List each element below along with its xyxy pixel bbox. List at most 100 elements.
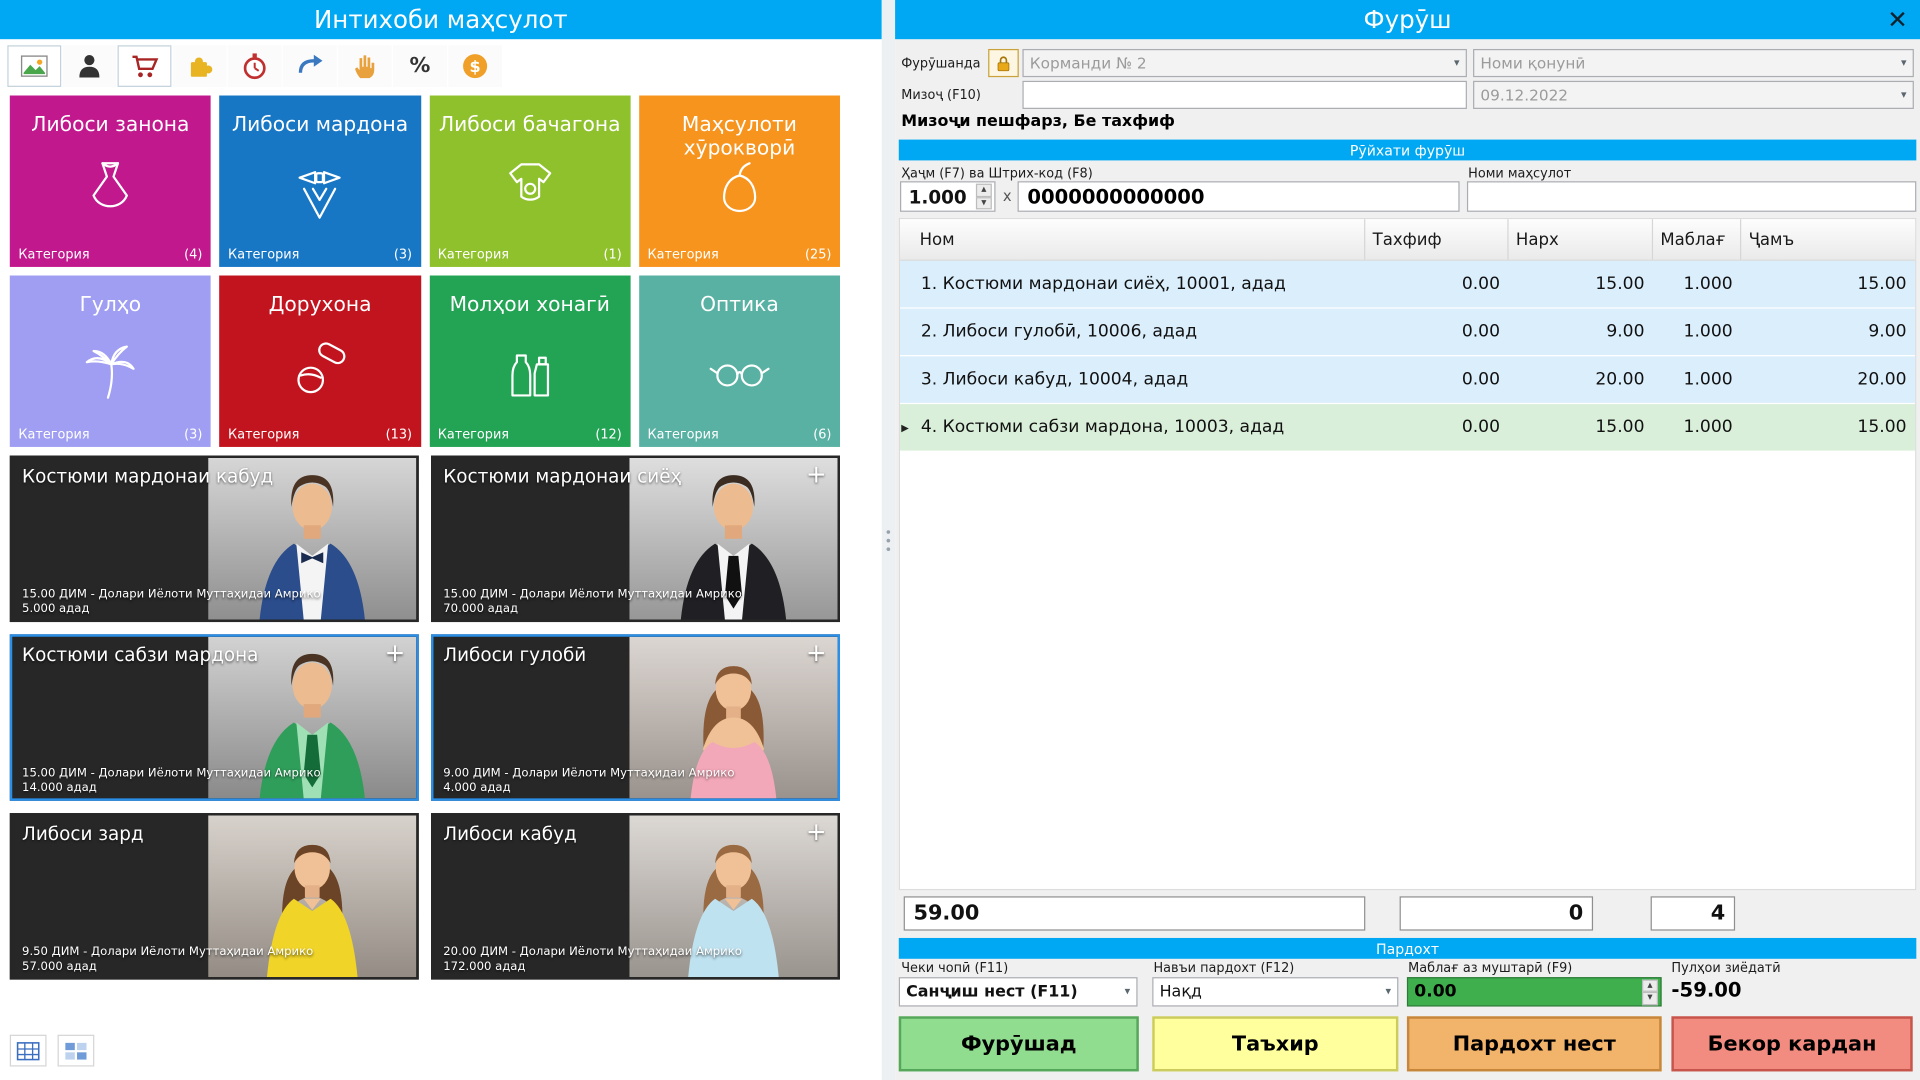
client-note: Мизоҷи пешфарз, Бе тахфиф (901, 112, 1175, 132)
category-tile-dorukhona[interactable]: Дорухона Категория (13) (219, 275, 421, 447)
sell-button[interactable]: Фурӯшад (898, 1016, 1139, 1072)
table-row-selected[interactable]: ▶ 4. Костюми сабзи мардона, 10003, адад … (900, 404, 1916, 451)
category-name: Либоси занона (31, 112, 190, 136)
col-total: Ҷамъ (1748, 229, 1795, 250)
product-price: 9.50 ДИМ - Долари Иёлоти Муттаҳидаи Амри… (22, 945, 314, 959)
category-tile-bachagona[interactable]: Либоси бачагона Категория (1) (429, 95, 631, 267)
category-tile-gulho[interactable]: Гулҳо Категория (3) (9, 275, 211, 447)
client-input[interactable] (1022, 80, 1467, 109)
receipt-select[interactable]: Санҷиш нест (F11) ▾ (898, 977, 1138, 1007)
col-amount: Маблағ (1653, 219, 1742, 260)
employee-select[interactable]: Корманди № 2 ▾ (1022, 48, 1467, 78)
category-count: (13) (385, 427, 413, 443)
col-discount: Тахфиф (1365, 219, 1509, 260)
customer-amount-field[interactable]: ▲ ▼ (1406, 977, 1662, 1007)
product-tile-kostyumi-siyoh[interactable]: Костюми мардонаи сиёҳ + 15.00 ДИМ - Дола… (431, 455, 840, 623)
panel-splitter[interactable] (881, 0, 896, 1080)
dropdown-arrow-icon: ▾ (1900, 88, 1907, 102)
category-tile-khurokvori[interactable]: Маҳсулоти хӯрокворӣ Категория (25) (638, 95, 840, 267)
product-name-label: Номи маҳсулот (1468, 166, 1572, 182)
category-tile-optika[interactable]: Оптика Категория (6) (638, 275, 840, 447)
toolbar-discount-button[interactable]: % (393, 45, 447, 87)
category-name: Оптика (700, 292, 779, 316)
toolbar-timer-button[interactable] (227, 45, 282, 87)
toolbar-cart-button[interactable] (117, 45, 172, 87)
dropdown-arrow-icon: ▾ (1900, 56, 1907, 70)
product-price: 15.00 ДИМ - Долари Иёлоти Муттаҳидаи Амр… (22, 766, 321, 780)
product-stock: 57.000 адад (22, 960, 97, 974)
product-price: 20.00 ДИМ - Долари Иёлоти Муттаҳидаи Амр… (443, 945, 742, 959)
table-row[interactable]: 2. Либоси гулобӣ, 10006, адад 0.00 9.00 … (900, 308, 1916, 356)
toolbar-return-button[interactable] (282, 45, 337, 87)
barcode-input[interactable] (1017, 181, 1460, 212)
table-view-button[interactable] (9, 1034, 47, 1067)
close-icon[interactable]: ✕ (1887, 4, 1908, 36)
product-name: Либоси гулобӣ (443, 644, 587, 667)
image-icon (20, 55, 48, 77)
product-tile-libosi-zard[interactable]: Либоси зард 9.50 ДИМ - Долари Иёлоти Мут… (9, 813, 419, 980)
table-row[interactable]: 1. Костюми мардонаи сиёҳ, 10001, адад 0.… (900, 260, 1916, 308)
customer-amount-input[interactable] (1414, 982, 1643, 1002)
amount-spinner: ▲ ▼ (1642, 978, 1658, 1005)
category-label: Категория (228, 247, 300, 263)
product-grid: Костюми мардонаи кабуд 15.00 ДИМ - Долар… (9, 455, 840, 980)
category-count: (4) (184, 247, 203, 263)
hold-button[interactable]: Таъхир (1152, 1016, 1399, 1072)
category-count: (6) (813, 427, 832, 443)
table-row[interactable]: 3. Либоси кабуд, 10004, адад 0.00 20.00 … (900, 356, 1916, 403)
category-tile-zanona[interactable]: Либоси занона Категория (4) (9, 95, 211, 267)
quantity-stepper[interactable]: 1.000 ▲ ▼ (900, 181, 996, 212)
category-label: Категория (18, 427, 90, 443)
hand-icon (355, 55, 375, 79)
sale-panel-title: Фурӯш (1363, 4, 1452, 35)
dress-icon (75, 155, 146, 231)
product-tile-kostyumi-sabz[interactable]: Костюми сабзи мардона + 15.00 ДИМ - Дола… (9, 634, 419, 801)
toolbar-images-button[interactable] (7, 45, 62, 87)
spinner-down-icon[interactable]: ▼ (1642, 991, 1658, 1005)
dropdown-arrow-icon: ▾ (1124, 985, 1131, 998)
category-label: Категория (437, 427, 510, 443)
quantity-spinner: ▲ ▼ (975, 183, 992, 210)
category-tile-mardona[interactable]: Либоси мардона Категория (3) (219, 95, 421, 267)
category-name: Дорухона (268, 292, 372, 316)
spinner-up-icon[interactable]: ▲ (1642, 978, 1658, 992)
toolbar-addon-button[interactable] (172, 45, 227, 87)
category-tile-khonagi[interactable]: Молҳои хонагӣ Категория (12) (429, 275, 631, 447)
plus-icon: + (806, 459, 827, 489)
category-count: (1) (603, 247, 622, 263)
view-switcher (9, 1034, 95, 1067)
lock-icon (997, 55, 1010, 71)
payment-type-select[interactable]: Нақд ▾ (1152, 977, 1399, 1007)
tile-view-button[interactable] (57, 1034, 95, 1067)
product-stock: 5.000 адад (22, 602, 90, 616)
product-tile-libosi-kabud[interactable]: Либоси кабуд + 20.00 ДИМ - Долари Иёлоти… (431, 813, 840, 980)
product-name-input[interactable] (1466, 181, 1917, 212)
product-selection-panel: Интихоби маҳсулот % $ Либоси занона Кате… (0, 0, 882, 1080)
spinner-down-icon[interactable]: ▼ (975, 196, 992, 210)
dropdown-arrow-icon: ▾ (1454, 56, 1460, 70)
discount-total: 0 (1399, 896, 1594, 931)
spinner-up-icon[interactable]: ▲ (975, 183, 992, 197)
legal-name-select[interactable]: Номи қонунӣ ▾ (1473, 48, 1914, 78)
product-stock: 14.000 адад (22, 781, 97, 795)
sales-list-bar: Рӯйхати фурӯш (898, 139, 1917, 161)
sale-date-select[interactable]: 09.12.2022 ▾ (1473, 80, 1914, 109)
category-count: (25) (805, 247, 832, 263)
dropdown-arrow-icon: ▾ (1385, 985, 1392, 998)
person-icon (79, 55, 100, 78)
col-price: Нарх (1509, 219, 1654, 260)
pos-app: Интихоби маҳсулот % $ Либоси занона Кате… (0, 0, 1920, 1080)
product-tile-libosi-gulobi[interactable]: Либоси гулобӣ + 9.00 ДИМ - Долари Иёлоти… (431, 634, 840, 801)
no-payment-button[interactable]: Пардохт нест (1406, 1016, 1662, 1072)
cancel-button[interactable]: Бекор кардан (1671, 1016, 1913, 1072)
toolbar-customer-button[interactable] (62, 45, 117, 87)
toolbar-hold-button[interactable] (337, 45, 392, 87)
left-panel-header: Интихоби маҳсулот (0, 0, 882, 40)
product-name: Либоси кабуд (443, 822, 577, 845)
toolbar-currency-button[interactable]: $ (448, 45, 503, 87)
category-name: Молҳои хонагӣ (449, 292, 610, 316)
stopwatch-icon (243, 53, 266, 80)
category-grid: Либоси занона Категория (4) Либоси мардо… (9, 95, 840, 447)
product-tile-kostyumi-kabud[interactable]: Костюми мардонаи кабуд 15.00 ДИМ - Долар… (9, 455, 419, 623)
lock-button[interactable] (988, 48, 1019, 78)
